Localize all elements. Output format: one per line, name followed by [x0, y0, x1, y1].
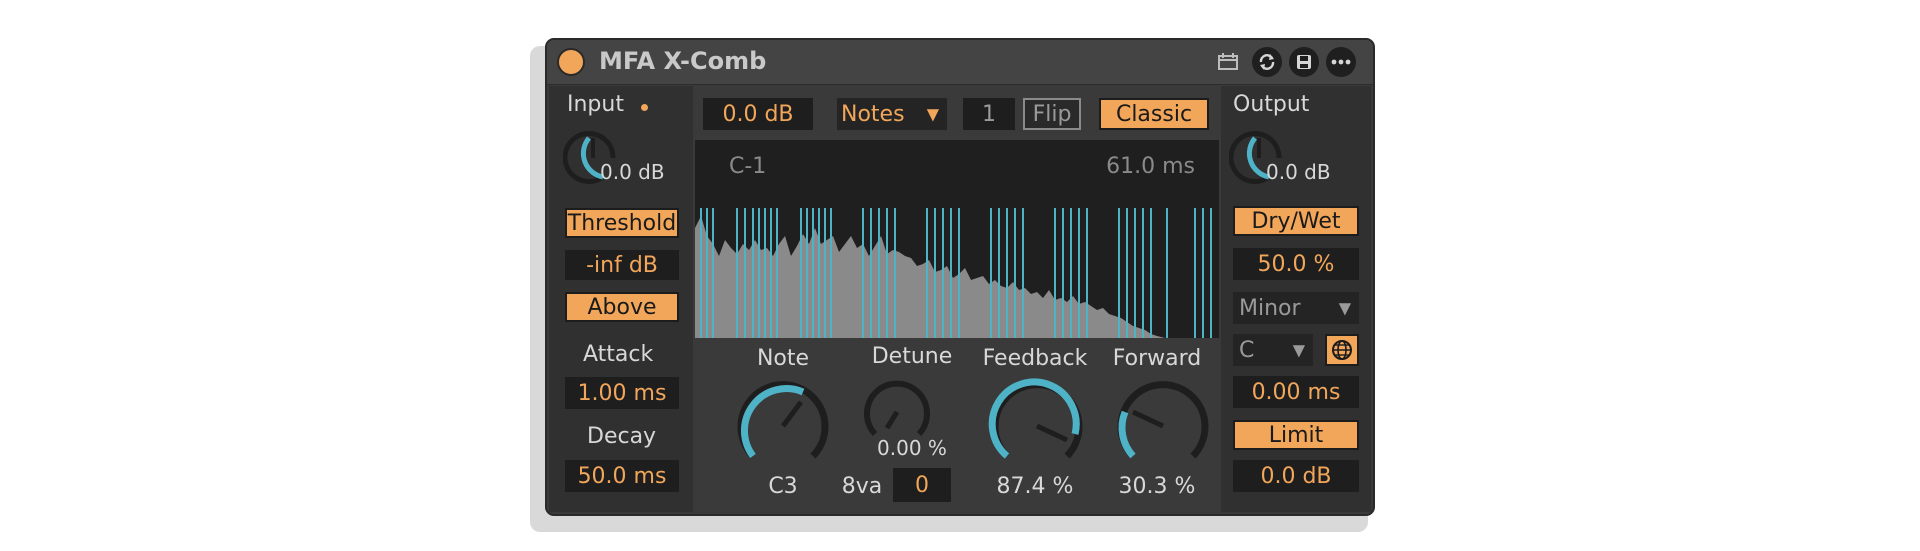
- mode-value: Notes: [841, 101, 905, 127]
- device-title: MFA X-Comb: [599, 47, 767, 75]
- gain-field[interactable]: 0.0 dB: [703, 98, 813, 130]
- limit-field[interactable]: 0.0 dB: [1233, 460, 1359, 492]
- feedback-label: Feedback: [982, 346, 1088, 371]
- classic-button[interactable]: Classic: [1099, 98, 1209, 130]
- forward-label: Forward: [1112, 346, 1202, 371]
- above-button[interactable]: Above: [565, 292, 679, 322]
- threshold-field[interactable]: -inf dB: [565, 250, 679, 280]
- save-icon[interactable]: [1289, 47, 1319, 77]
- note-value: C3: [768, 474, 798, 499]
- key-dropdown[interactable]: C ▼: [1233, 334, 1313, 366]
- chevron-down-icon: ▼: [1338, 298, 1351, 318]
- chevron-down-icon: ▼: [926, 104, 939, 124]
- mode-dropdown[interactable]: Notes ▼: [837, 98, 947, 130]
- calendar-icon[interactable]: [1213, 47, 1243, 77]
- decay-field[interactable]: 50.0 ms: [565, 460, 679, 492]
- spectrum-display: C-1 61.0 ms: [695, 140, 1219, 338]
- display-note: C-1: [729, 154, 767, 179]
- output-value: 0.0 dB: [1266, 160, 1331, 184]
- forward-knob[interactable]: [1113, 376, 1213, 476]
- input-indicator: [641, 104, 648, 111]
- detune-label: Detune: [871, 344, 953, 369]
- power-button[interactable]: [557, 48, 585, 76]
- chevron-down-icon: ▼: [1292, 340, 1305, 360]
- attack-field[interactable]: 1.00 ms: [565, 377, 679, 409]
- scale-dropdown[interactable]: Minor ▼: [1233, 292, 1359, 324]
- octave-label: 8va: [841, 474, 883, 499]
- input-value: 0.0 dB: [600, 160, 665, 184]
- threshold-button[interactable]: Threshold: [565, 208, 679, 238]
- globe-icon[interactable]: [1325, 334, 1359, 366]
- title-bar: MFA X-Comb: [547, 40, 1373, 85]
- count-field[interactable]: 1: [963, 98, 1015, 130]
- key-value: C: [1239, 337, 1255, 363]
- detune-value: 0.00 %: [877, 436, 947, 460]
- feedback-value: 87.4 %: [996, 474, 1074, 499]
- note-label: Note: [756, 346, 810, 371]
- forward-value: 30.3 %: [1118, 474, 1196, 499]
- drywet-field[interactable]: 50.0 %: [1233, 248, 1359, 280]
- output-time-field[interactable]: 0.00 ms: [1233, 376, 1359, 408]
- limit-button[interactable]: Limit: [1233, 420, 1359, 450]
- input-label: Input: [567, 92, 624, 117]
- octave-field[interactable]: 0: [893, 468, 951, 502]
- more-icon[interactable]: [1326, 47, 1356, 77]
- device-panel: MFA X-Comb Input 0.0 dB Threshold -inf d…: [545, 38, 1375, 516]
- attack-label: Attack: [583, 342, 654, 367]
- note-knob[interactable]: [733, 376, 833, 476]
- scale-value: Minor: [1239, 295, 1301, 321]
- flip-button[interactable]: Flip: [1023, 98, 1081, 130]
- display-time: 61.0 ms: [1106, 154, 1195, 179]
- drywet-button[interactable]: Dry/Wet: [1233, 206, 1359, 236]
- refresh-icon[interactable]: [1252, 47, 1282, 77]
- output-label: Output: [1233, 92, 1310, 117]
- decay-label: Decay: [587, 424, 657, 449]
- feedback-knob[interactable]: [987, 376, 1087, 476]
